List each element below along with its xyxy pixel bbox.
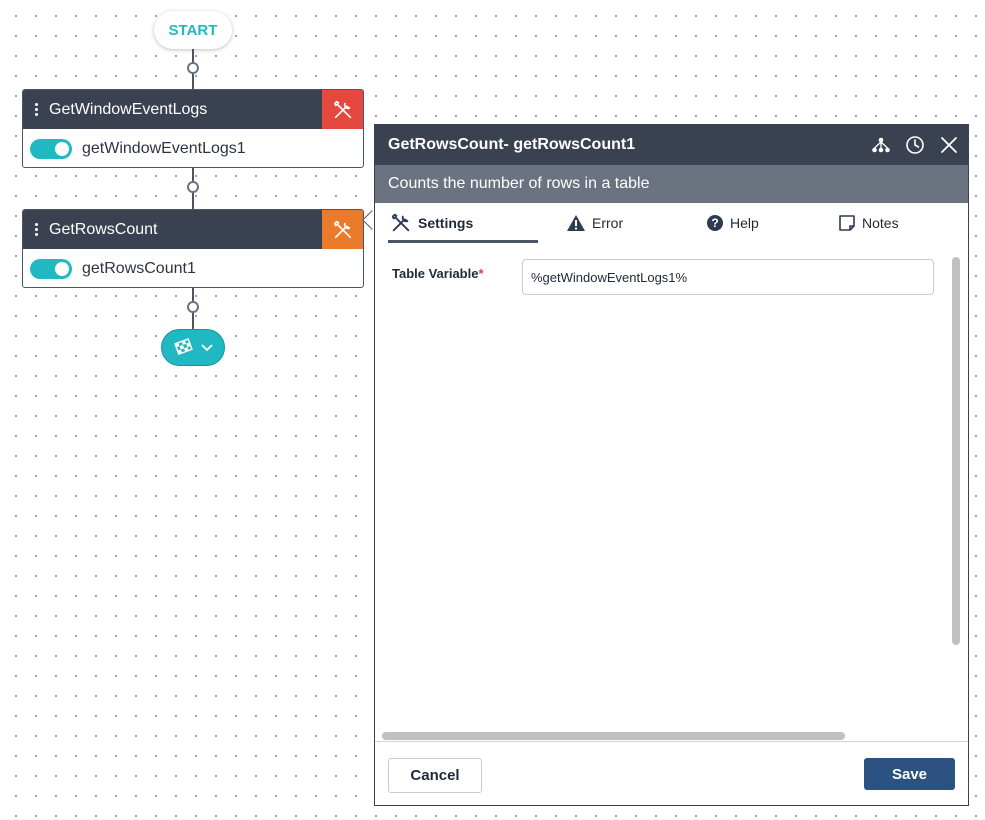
node-type-label: GetRowsCount: [49, 220, 158, 238]
tab-settings[interactable]: Settings: [390, 203, 473, 243]
node-body: getRowsCount1: [23, 249, 363, 287]
node-header[interactable]: GetWindowEventLogs: [23, 90, 363, 129]
close-button[interactable]: [938, 134, 960, 156]
node-instance-name: getRowsCount1: [82, 259, 196, 277]
node-body: getWindowEventLogs1: [23, 129, 363, 167]
tab-help[interactable]: ? Help: [706, 203, 759, 243]
panel-header: GetRowsCount- getRowsCount1: [375, 125, 968, 165]
table-variable-input[interactable]: [522, 259, 934, 295]
field-label: Table Variable*: [392, 266, 484, 281]
panel-tabs: Settings Error ? Help Notes: [375, 203, 968, 243]
tab-label: Notes: [862, 215, 899, 231]
node-tools-button[interactable]: [322, 90, 363, 129]
panel-subtitle: Counts the number of rows in a table: [388, 175, 650, 192]
cancel-button[interactable]: Cancel: [388, 758, 482, 793]
start-node[interactable]: START: [154, 11, 232, 49]
note-icon: [839, 215, 855, 231]
node-header[interactable]: GetRowsCount: [23, 210, 363, 249]
panel-description: Counts the number of rows in a table: [375, 165, 968, 203]
question-icon: ?: [707, 215, 723, 231]
node-enable-toggle[interactable]: [30, 138, 72, 159]
active-tab-indicator: [388, 240, 538, 243]
tools-icon: [333, 220, 351, 238]
clock-icon: [906, 136, 924, 154]
history-button[interactable]: [904, 134, 926, 156]
chevron-down-icon[interactable]: [201, 343, 213, 352]
node-tools-button[interactable]: [322, 210, 363, 249]
node-type-label: GetWindowEventLogs: [49, 100, 208, 118]
tab-notes[interactable]: Notes: [838, 203, 899, 243]
node-enable-toggle[interactable]: [30, 258, 72, 279]
workflow-node-getrowscount[interactable]: GetRowsCount getRowsCount1: [22, 209, 364, 288]
checkered-flag-icon: [174, 337, 193, 355]
hierarchy-button[interactable]: [870, 134, 892, 156]
node-properties-panel: GetRowsCount- getRowsCount1 Counts the n…: [374, 124, 969, 806]
panel-footer: Cancel Save: [375, 741, 968, 805]
tools-icon: [391, 213, 410, 232]
tab-label: Error: [592, 215, 624, 231]
workflow-node-getwindoweventlogs[interactable]: GetWindowEventLogs getWindowEventLogs1: [22, 89, 364, 168]
warning-icon: [567, 215, 585, 231]
horizontal-scrollbar[interactable]: [382, 732, 845, 740]
connector-port[interactable]: [187, 62, 199, 74]
tab-error[interactable]: Error: [566, 203, 623, 243]
workflow-canvas[interactable]: START GetWindowEventLogs getWindowEventL…: [0, 0, 985, 820]
drag-handle-icon[interactable]: [23, 223, 49, 236]
save-button[interactable]: Save: [864, 758, 955, 790]
end-node[interactable]: [161, 329, 225, 366]
connector-port[interactable]: [187, 181, 199, 193]
required-mark: *: [478, 266, 484, 281]
node-instance-name: getWindowEventLogs1: [82, 139, 246, 157]
start-label: START: [168, 21, 218, 39]
svg-text:?: ?: [711, 216, 718, 230]
connector-port[interactable]: [187, 301, 199, 313]
tab-label: Help: [730, 215, 759, 231]
panel-title: GetRowsCount- getRowsCount1: [388, 136, 636, 153]
hierarchy-icon: [872, 137, 890, 153]
tools-icon: [333, 100, 351, 118]
close-icon: [941, 137, 957, 153]
vertical-scrollbar[interactable]: [952, 257, 960, 645]
tab-label: Settings: [418, 215, 474, 231]
drag-handle-icon[interactable]: [23, 103, 49, 116]
